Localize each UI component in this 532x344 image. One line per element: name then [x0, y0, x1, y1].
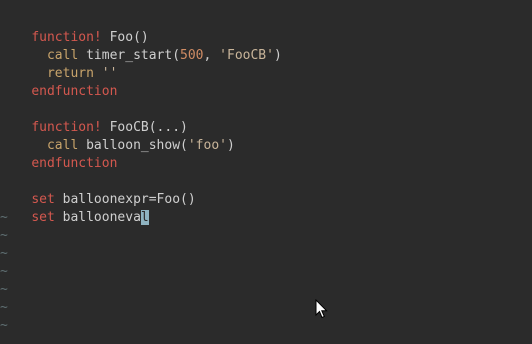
- keyword-function: function!: [31, 30, 102, 45]
- arrow-pointer-icon: [315, 299, 328, 319]
- option-assignment: balloonexpr=Foo(): [54, 192, 196, 207]
- keyword-return: return: [46, 66, 94, 81]
- keyword-endfunction: endfunction: [31, 156, 118, 171]
- empty-line-marker: ~: [0, 282, 8, 297]
- code-line: function! Foo(): [0, 11, 532, 45]
- empty-line-marker: ~: [0, 264, 8, 279]
- empty-line-marker: ~: [0, 300, 8, 315]
- empty-line-marker: ~: [0, 228, 8, 243]
- separator: ,: [203, 48, 220, 63]
- vim-editor-buffer[interactable]: function! Foo() call timer_start(500, 'F…: [0, 11, 532, 344]
- empty-line-marker: ~: [0, 246, 8, 261]
- keyword-endfunction: endfunction: [31, 84, 118, 99]
- keyword-set: set: [31, 210, 55, 225]
- string-literal: '': [93, 66, 118, 81]
- function-call: balloon_show(: [78, 138, 188, 153]
- function-signature: FooCB(...): [101, 120, 188, 135]
- keyword-set: set: [31, 192, 55, 207]
- number-literal: 500: [180, 48, 204, 63]
- empty-line-marker: ~: [0, 318, 8, 333]
- option-name-char: a: [133, 210, 141, 225]
- close-paren: ): [227, 138, 235, 153]
- keyword-function: function!: [31, 120, 102, 135]
- close-paren: ): [273, 48, 282, 63]
- code-line: set balloonexpr=Foo(): [0, 173, 532, 207]
- string-literal: 'foo': [187, 138, 227, 153]
- option-name: balloonev: [54, 210, 134, 225]
- string-literal: 'FooCB': [219, 48, 274, 63]
- code-line: function! FooCB(...): [0, 101, 532, 135]
- function-call: timer_start(: [78, 48, 181, 63]
- keyword-call: call: [46, 48, 79, 63]
- keyword-call: call: [46, 138, 79, 153]
- text-cursor[interactable]: l: [140, 210, 149, 225]
- function-signature: Foo(): [101, 30, 149, 45]
